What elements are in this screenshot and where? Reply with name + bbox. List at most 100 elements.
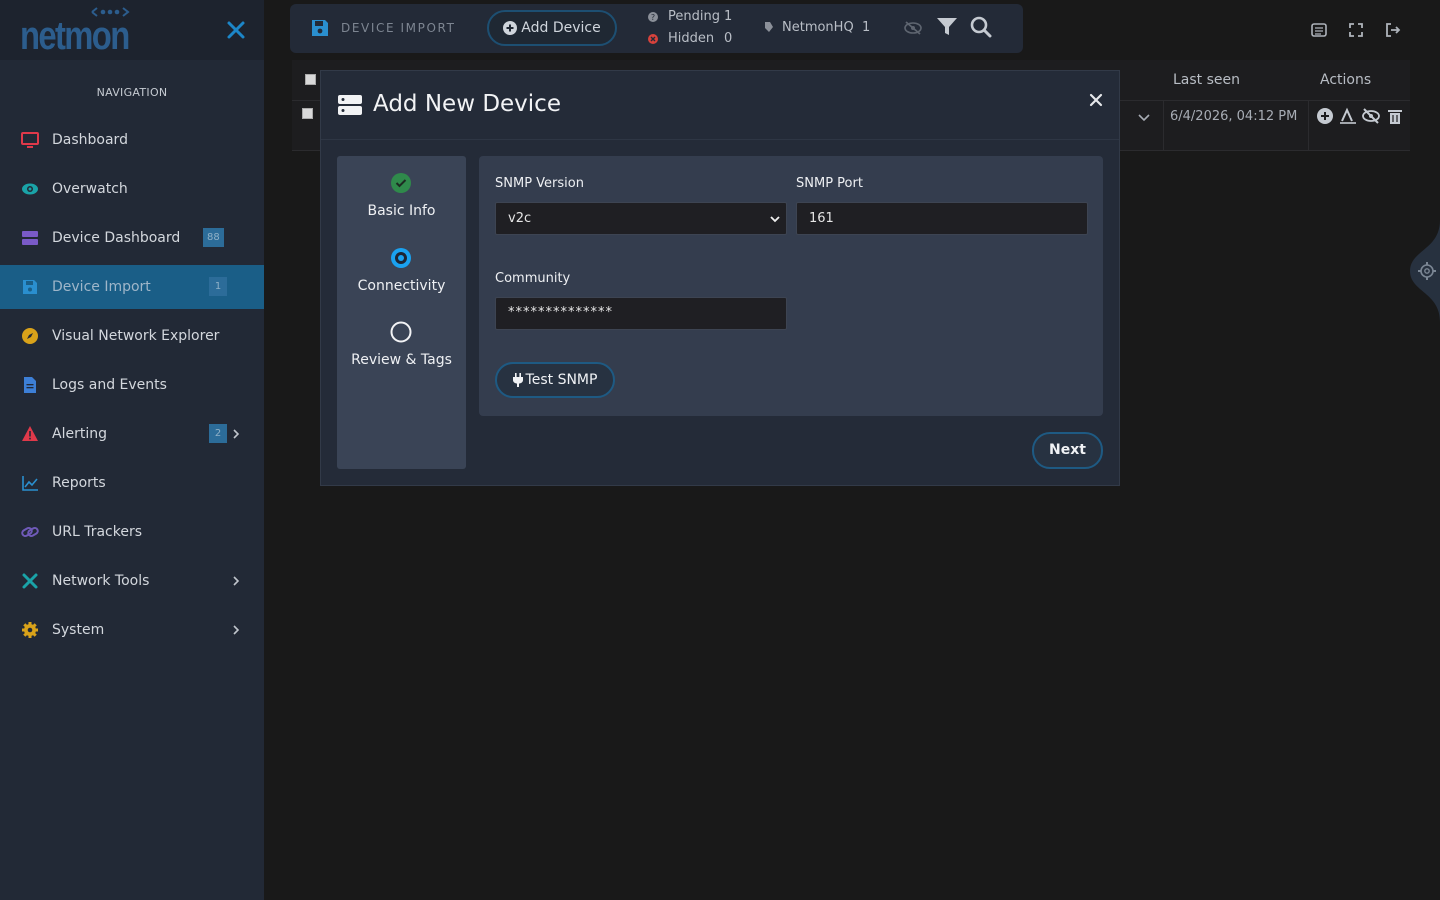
sidebar-item-reports[interactable]: Reports (0, 461, 264, 505)
tag-filter[interactable]: NetmonHQ 1 (782, 20, 870, 35)
tools-icon (22, 573, 38, 589)
logo-text: netmon (20, 14, 130, 58)
divider (1163, 100, 1164, 150)
sidebar-item-label: Device Dashboard (52, 230, 181, 246)
signature-icon[interactable] (1339, 107, 1357, 125)
sidebar-item-label: Device Import (52, 279, 151, 295)
divider (1308, 100, 1309, 150)
link-icon (21, 527, 39, 537)
sidebar-item-overwatch[interactable]: Overwatch (0, 167, 264, 211)
sidebar-item-label: Overwatch (52, 181, 128, 197)
server-icon (22, 231, 38, 245)
sidebar-item-label: Dashboard (52, 132, 128, 148)
filter-icon[interactable] (936, 17, 958, 37)
check-circle-icon (391, 173, 411, 193)
sidebar-item-label: Logs and Events (52, 377, 167, 393)
warning-icon (22, 426, 38, 441)
column-header-last-seen[interactable]: Last seen (1173, 72, 1240, 88)
monitor-icon (21, 132, 39, 148)
sidebar-item-label: Alerting (52, 426, 107, 442)
save-icon (23, 280, 37, 294)
import-toolbar: DEVICE IMPORT Add Device ? Pending 1 Hid… (290, 4, 1023, 53)
add-device-label: Add Device (521, 20, 601, 36)
file-icon (24, 377, 36, 393)
compass-icon (22, 328, 38, 344)
hidden-label: Hidden (668, 31, 715, 46)
snmp-version-value: v2c (508, 211, 532, 226)
sidebar-item-device-import[interactable]: Device Import 1 (0, 265, 264, 309)
notes-icon[interactable] (1311, 22, 1327, 38)
sidebar-item-logs-and-events[interactable]: Logs and Events (0, 363, 264, 407)
eye-slash-icon[interactable] (903, 20, 923, 36)
tag-icon (765, 22, 773, 32)
server-icon (338, 95, 362, 115)
close-circle-icon (648, 34, 658, 44)
community-label: Community (495, 271, 571, 286)
sidebar-item-network-tools[interactable]: Network Tools (0, 559, 264, 603)
tag-label: NetmonHQ (782, 20, 854, 35)
add-circle-icon[interactable] (1316, 107, 1334, 125)
snmp-version-label: SNMP Version (495, 176, 584, 191)
sidebar-item-dashboard[interactable]: Dashboard (0, 118, 264, 162)
snmp-port-input[interactable]: 161 (796, 202, 1088, 235)
last-seen-value: 6/4/2026, 04:12 PM (1170, 109, 1298, 124)
chevron-down-icon[interactable] (1138, 114, 1150, 122)
test-snmp-button[interactable]: Test SNMP (495, 362, 615, 398)
sidebar-item-label: URL Trackers (52, 524, 143, 540)
snmp-version-select[interactable]: v2c (495, 202, 787, 235)
sidebar-item-url-trackers[interactable]: URL Trackers (0, 510, 264, 554)
modal-header: Add New Device (321, 71, 1119, 140)
sidebar-item-label: System (52, 622, 105, 638)
connectivity-form: SNMP Version v2c SNMP Port 161 Community… (479, 156, 1103, 416)
empty-circle-icon (390, 321, 412, 343)
eye-slash-icon[interactable] (1362, 107, 1380, 125)
sidebar-item-system[interactable]: System (0, 608, 264, 652)
snmp-port-label: SNMP Port (796, 176, 863, 191)
community-input[interactable]: ************** (495, 297, 787, 330)
plug-icon (512, 373, 523, 387)
sidebar-item-device-dashboard[interactable]: Device Dashboard 88 (0, 216, 264, 260)
chevron-right-icon (233, 429, 240, 439)
sidebar-item-alerting[interactable]: Alerting 2 (0, 412, 264, 456)
select-all-checkbox[interactable] (305, 74, 316, 85)
netmon-logo[interactable]: netmon (20, 6, 132, 56)
chart-line-icon (22, 476, 38, 491)
step-label: Basic Info (367, 203, 436, 219)
step-label: Connectivity (357, 278, 446, 294)
search-icon[interactable] (970, 16, 992, 38)
alert-count-badge: 2 (209, 424, 227, 443)
close-sidebar-icon[interactable] (224, 18, 248, 42)
chevron-right-icon (233, 625, 240, 635)
trash-icon[interactable] (1386, 107, 1404, 125)
sidebar-item-label: Visual Network Explorer (52, 328, 220, 344)
sidebar-item-label: Reports (52, 475, 106, 491)
pending-label: Pending (668, 9, 720, 24)
chevron-down-icon (770, 216, 780, 223)
tag-count: 1 (861, 20, 871, 35)
question-icon: ? (648, 12, 658, 22)
gear-icon (22, 622, 38, 638)
next-button[interactable]: Next (1032, 432, 1103, 469)
logout-icon[interactable] (1385, 22, 1401, 38)
pending-count: 1 (724, 9, 733, 24)
sidebar-header: netmon (0, 0, 264, 60)
fullscreen-icon[interactable] (1348, 22, 1364, 38)
step-label: Review & Tags (351, 352, 452, 368)
svg-text:?: ? (651, 13, 655, 22)
test-snmp-label: Test SNMP (525, 372, 598, 388)
settings-tab[interactable] (1400, 220, 1440, 322)
eye-icon (22, 183, 38, 195)
sidebar-item-visual-network-explorer[interactable]: Visual Network Explorer (0, 314, 264, 358)
sidebar: netmon NAVIGATION Dashboard Overwatch De… (0, 0, 264, 900)
close-icon[interactable] (1089, 93, 1103, 107)
save-icon (312, 20, 328, 36)
page-title: DEVICE IMPORT (341, 21, 456, 35)
add-device-button[interactable]: Add Device (487, 10, 617, 46)
plus-circle-icon (503, 21, 518, 35)
navigation-title: NAVIGATION (96, 86, 168, 99)
wizard-steps: Basic Info Connectivity Review & Tags (337, 156, 466, 469)
chevron-right-icon (233, 576, 240, 586)
device-count-badge: 88 (203, 228, 224, 247)
row-checkbox[interactable] (302, 108, 313, 119)
modal-title: Add New Device (373, 91, 561, 117)
